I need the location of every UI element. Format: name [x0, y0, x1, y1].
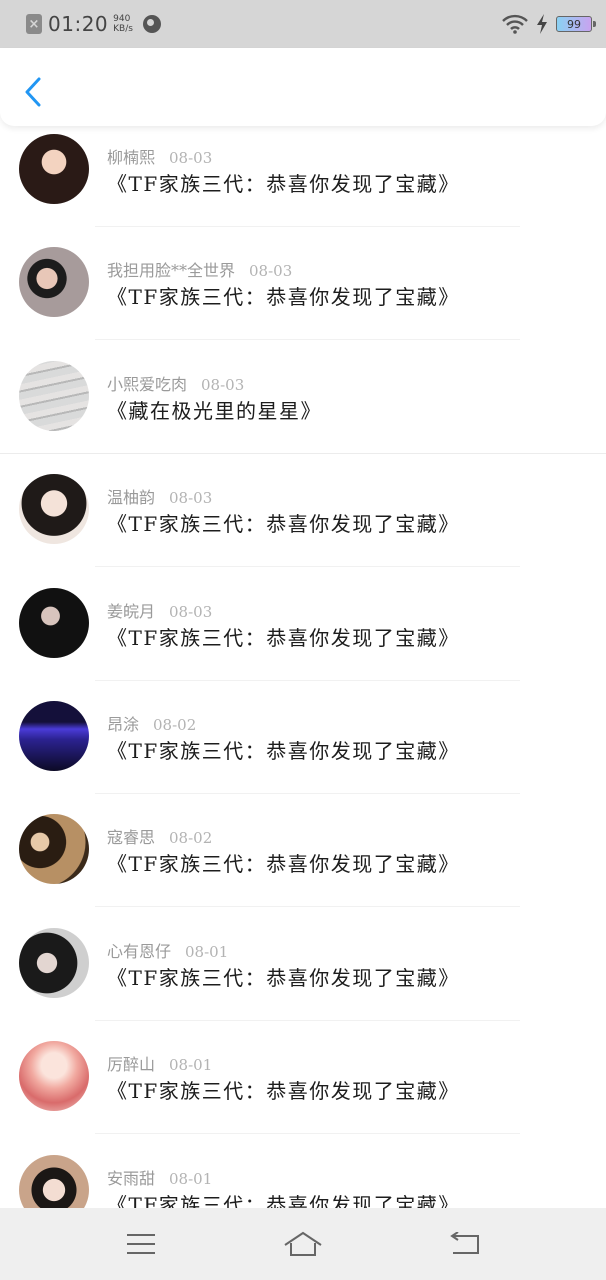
username[interactable]: 心有恩仔 [107, 942, 171, 961]
list-item[interactable]: 姜皖月 08-03 《TF家族三代：恭喜你发现了宝藏》 [0, 580, 606, 693]
status-bar: × 01:20 940 KB/s 99 [0, 0, 606, 48]
list-item[interactable]: 小熙爱吃肉 08-03 《藏在极光里的星星》 [0, 353, 606, 466]
list-item[interactable]: 温柚韵 08-03 《TF家族三代：恭喜你发现了宝藏》 [0, 466, 606, 579]
username[interactable]: 姜皖月 [107, 602, 155, 621]
comment-date: 08-03 [169, 602, 213, 621]
list-item[interactable]: 柳楠熙 08-03 《TF家族三代：恭喜你发现了宝藏》 [0, 126, 606, 239]
header [0, 48, 606, 126]
charging-icon [537, 14, 547, 34]
globe-icon [142, 15, 161, 33]
comment-date: 08-01 [169, 1056, 213, 1075]
avatar[interactable] [19, 1041, 89, 1112]
username[interactable]: 昂涂 [107, 715, 139, 734]
username[interactable]: 温柚韵 [107, 488, 155, 507]
book-title[interactable]: 《TF家族三代：恭喜你发现了宝藏》 [107, 735, 460, 764]
username[interactable]: 我担用脸**全世界 [107, 261, 235, 280]
list-item[interactable]: 昂涂 08-02 《TF家族三代：恭喜你发现了宝藏》 [0, 693, 606, 806]
divider [95, 1133, 520, 1135]
comment-date: 08-03 [201, 375, 245, 394]
comment-date: 08-03 [169, 489, 213, 508]
avatar[interactable] [19, 587, 89, 658]
network-speed: 940 KB/s [113, 14, 133, 34]
home-icon [284, 1231, 322, 1256]
status-time: 01:20 [48, 12, 109, 36]
username[interactable]: 安雨甜 [107, 1169, 155, 1188]
list-item[interactable]: 心有恩仔 08-01 《TF家族三代：恭喜你发现了宝藏》 [0, 920, 606, 1033]
chevron-left-icon [25, 77, 41, 107]
divider [95, 1019, 520, 1021]
book-title[interactable]: 《TF家族三代：恭喜你发现了宝藏》 [107, 962, 460, 991]
divider [0, 452, 606, 454]
book-title[interactable]: 《TF家族三代：恭喜你发现了宝藏》 [107, 281, 460, 310]
book-title[interactable]: 《TF家族三代：恭喜你发现了宝藏》 [107, 168, 460, 197]
divider [95, 679, 520, 681]
book-title[interactable]: 《藏在极光里的星星》 [107, 395, 322, 424]
comment-list: 柳楠熙 08-03 《TF家族三代：恭喜你发现了宝藏》 我担用脸**全世界 08-0… [0, 126, 606, 1208]
username[interactable]: 寇睿思 [107, 828, 155, 847]
system-nav-bar [0, 1208, 606, 1280]
divider [95, 566, 520, 568]
comment-date: 08-03 [249, 262, 293, 281]
network-speed-unit: KB/s [113, 24, 133, 34]
menu-button[interactable] [116, 1224, 166, 1264]
network-speed-value: 940 [113, 14, 131, 24]
divider [95, 339, 520, 341]
battery-icon: 99 [556, 16, 596, 32]
comment-date: 08-02 [153, 715, 197, 734]
username[interactable]: 柳楠熙 [107, 148, 155, 167]
list-item[interactable]: 寇睿思 08-02 《TF家族三代：恭喜你发现了宝藏》 [0, 806, 606, 919]
menu-icon [127, 1234, 155, 1254]
wifi-icon [502, 14, 528, 34]
book-title[interactable]: 《TF家族三代：恭喜你发现了宝藏》 [107, 508, 460, 537]
book-title[interactable]: 《TF家族三代：恭喜你发现了宝藏》 [107, 1075, 460, 1104]
list-item[interactable]: 厉醉山 08-01 《TF家族三代：恭喜你发现了宝藏》 [0, 1033, 606, 1146]
comment-date: 08-01 [185, 942, 229, 961]
avatar[interactable] [19, 814, 89, 885]
divider [95, 226, 520, 227]
avatar[interactable] [19, 247, 89, 318]
avatar[interactable] [19, 474, 89, 545]
book-title[interactable]: 《TF家族三代：恭喜你发现了宝藏》 [107, 848, 460, 877]
battery-level: 99 [567, 17, 581, 31]
divider [95, 906, 520, 908]
back-nav-button[interactable] [440, 1224, 490, 1264]
comment-date: 08-02 [169, 829, 213, 848]
avatar[interactable] [19, 360, 89, 431]
username[interactable]: 厉醉山 [107, 1055, 155, 1074]
avatar[interactable] [19, 700, 89, 771]
avatar[interactable] [19, 134, 89, 204]
avatar[interactable] [19, 927, 89, 998]
username[interactable]: 小熙爱吃肉 [107, 375, 187, 394]
back-icon [450, 1232, 479, 1254]
home-button[interactable] [278, 1224, 328, 1264]
close-notification-icon: × [26, 14, 42, 34]
list-item[interactable]: 我担用脸**全世界 08-03 《TF家族三代：恭喜你发现了宝藏》 [0, 239, 606, 352]
comment-date: 08-01 [169, 1169, 213, 1188]
comment-date: 08-03 [169, 149, 213, 167]
list-item[interactable]: 安雨甜 08-01 《TF家族三代：恭喜你发现了宝藏》 [0, 1147, 606, 1208]
book-title[interactable]: 《TF家族三代：恭喜你发现了宝藏》 [107, 622, 460, 651]
avatar[interactable] [19, 1154, 89, 1208]
divider [95, 792, 520, 794]
back-button[interactable] [18, 74, 48, 110]
book-title[interactable]: 《TF家族三代：恭喜你发现了宝藏》 [107, 1189, 460, 1208]
